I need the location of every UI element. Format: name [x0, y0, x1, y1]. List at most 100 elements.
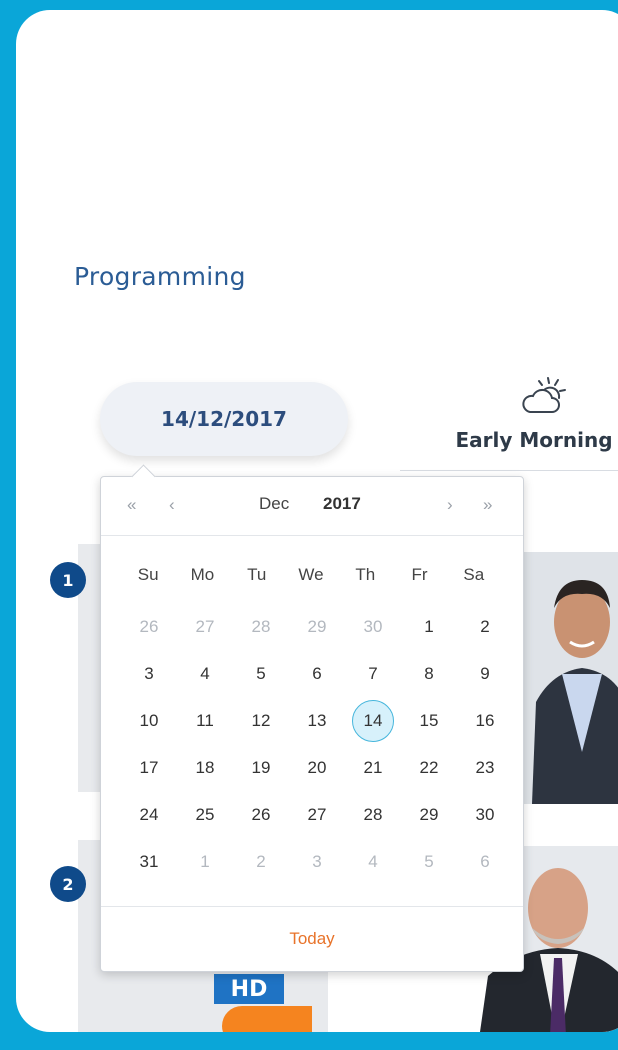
day-cell[interactable]: 1 [401, 603, 457, 650]
day-number: 13 [307, 710, 327, 730]
main-card: Programming 14/12/2017 Early Morning 1 2… [16, 10, 618, 1032]
day-cell[interactable]: 3 [289, 838, 345, 885]
prev-year-button[interactable]: « [127, 495, 136, 515]
day-cell[interactable]: 27 [177, 603, 233, 650]
day-cell[interactable]: 13 [289, 697, 345, 744]
weather-label: Early Morning [455, 428, 613, 452]
next-month-button[interactable]: › [447, 495, 453, 515]
day-cell[interactable]: 10 [121, 697, 177, 744]
weekday-label: Mo [190, 565, 215, 584]
day-cell[interactable]: 8 [401, 650, 457, 697]
cloud-sun-icon [522, 377, 566, 413]
header-divider [400, 470, 618, 471]
day-cell[interactable]: 29 [401, 791, 457, 838]
day-number: 21 [363, 757, 383, 777]
day-cell[interactable]: 11 [177, 697, 233, 744]
day-cell[interactable]: 16 [457, 697, 513, 744]
day-number: 6 [312, 663, 322, 683]
day-number: 3 [312, 851, 322, 871]
day-number: 27 [195, 616, 215, 636]
day-cell[interactable]: 3 [121, 650, 177, 697]
day-number: 23 [475, 757, 495, 777]
selected-day-cell[interactable]: 14 [345, 697, 401, 744]
day-cell[interactable]: 31 [121, 838, 177, 885]
day-number: 22 [419, 757, 439, 777]
day-cell[interactable]: 18 [177, 744, 233, 791]
day-number: 19 [251, 757, 271, 777]
day-cell[interactable]: 24 [121, 791, 177, 838]
day-number: 2 [480, 616, 490, 636]
day-cell[interactable]: 25 [177, 791, 233, 838]
day-number: 15 [419, 710, 439, 730]
hd-channel-badge: HD [214, 974, 284, 1004]
day-number: 14 [352, 699, 394, 742]
day-number: 12 [251, 710, 271, 730]
day-cell[interactable]: 17 [121, 744, 177, 791]
day-cell[interactable]: 22 [401, 744, 457, 791]
day-number: 8 [424, 663, 434, 683]
day-cell[interactable]: 15 [401, 697, 457, 744]
day-cell[interactable]: 5 [401, 838, 457, 885]
day-number: 1 [424, 616, 434, 636]
day-cell[interactable]: 26 [233, 791, 289, 838]
day-number: 9 [480, 663, 490, 683]
day-number: 28 [251, 616, 271, 636]
day-cell[interactable]: 27 [289, 791, 345, 838]
datepicker-popup: « ‹ Dec 2017 › » Su Mo Tu We Th Fr Sa 26 27 28 29… [100, 464, 524, 972]
weather-tab[interactable]: Early Morning [444, 368, 618, 468]
day-grid: 26 27 28 29 30 1 2 3 4 5 6 7 8 9 10 11 12 13 14 15 16 17 18 19 2… [121, 603, 513, 885]
weekday-header: Su Mo Tu We Th Fr Sa [121, 565, 501, 585]
weekday-label: Fr [411, 565, 428, 584]
day-number: 28 [363, 804, 383, 824]
page-title: Programming [74, 262, 246, 291]
day-number: 30 [475, 804, 495, 824]
day-cell[interactable]: 21 [345, 744, 401, 791]
day-number: 1 [200, 851, 210, 871]
day-cell[interactable]: 26 [121, 603, 177, 650]
day-number: 4 [200, 663, 210, 683]
day-cell[interactable]: 2 [233, 838, 289, 885]
prev-month-button[interactable]: ‹ [169, 495, 175, 515]
date-selector-button[interactable]: 14/12/2017 [100, 382, 348, 456]
day-cell[interactable]: 2 [457, 603, 513, 650]
weekday-label: Tu [247, 565, 267, 584]
datepicker-header: « ‹ Dec 2017 › » [101, 477, 523, 536]
day-cell[interactable]: 6 [289, 650, 345, 697]
day-cell[interactable]: 5 [233, 650, 289, 697]
day-number: 29 [419, 804, 439, 824]
program-1-host-photo[interactable] [522, 552, 618, 804]
weekday-label: Sa [463, 565, 485, 584]
today-button[interactable]: Today [101, 906, 523, 971]
day-cell[interactable]: 28 [345, 791, 401, 838]
day-cell[interactable]: 4 [177, 650, 233, 697]
day-number: 17 [139, 757, 159, 777]
month-selector[interactable]: Dec [259, 494, 289, 514]
day-number: 4 [368, 851, 378, 871]
day-cell[interactable]: 30 [457, 791, 513, 838]
day-cell[interactable]: 7 [345, 650, 401, 697]
day-cell[interactable]: 28 [233, 603, 289, 650]
program-number-badge: 1 [50, 562, 86, 598]
next-year-button[interactable]: » [483, 495, 492, 515]
year-selector[interactable]: 2017 [323, 494, 361, 514]
day-number: 5 [424, 851, 434, 871]
day-cell[interactable]: 4 [345, 838, 401, 885]
day-cell[interactable]: 23 [457, 744, 513, 791]
channel-logo [222, 1006, 312, 1032]
day-cell[interactable]: 20 [289, 744, 345, 791]
day-number: 5 [256, 663, 266, 683]
day-cell[interactable]: 12 [233, 697, 289, 744]
day-number: 26 [251, 804, 271, 824]
day-number: 29 [307, 616, 327, 636]
day-cell[interactable]: 19 [233, 744, 289, 791]
day-cell[interactable]: 9 [457, 650, 513, 697]
day-number: 16 [475, 710, 495, 730]
day-number: 18 [195, 757, 215, 777]
day-cell[interactable]: 1 [177, 838, 233, 885]
day-cell[interactable]: 29 [289, 603, 345, 650]
day-number: 31 [139, 851, 159, 871]
day-cell[interactable]: 30 [345, 603, 401, 650]
day-number: 25 [195, 804, 215, 824]
day-cell[interactable]: 6 [457, 838, 513, 885]
program-number-badge: 2 [50, 866, 86, 902]
